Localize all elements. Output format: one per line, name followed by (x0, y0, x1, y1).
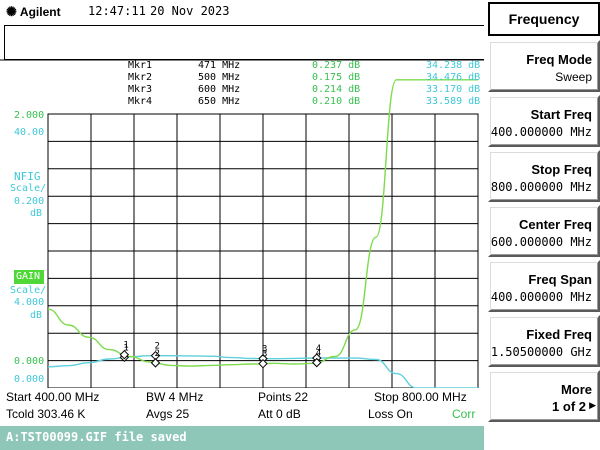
softkey-label: Freq Mode (526, 52, 592, 67)
start-freq-softkey[interactable]: Start Freq 400.000000 MHz (488, 95, 600, 147)
corr-annotation: Corr (452, 407, 476, 421)
softkey-label: More (560, 382, 592, 397)
more-softkey[interactable]: More 1 of 2 ▶ (488, 370, 600, 422)
marker-name: Mkr2 (128, 72, 153, 83)
gain-scale-unit: dB (30, 310, 43, 321)
marker-freq: 500 MHz (198, 72, 241, 83)
gain-ref-bottom: 0.000 (14, 356, 45, 367)
agilent-spark-icon: ✺ (6, 4, 17, 19)
gain-label-box: GAIN (14, 270, 44, 284)
gain-scale-word: Scale/ (10, 285, 47, 296)
gain-label: GAIN (16, 271, 41, 282)
tcold-annotation: Tcold 303.46 K (6, 407, 86, 421)
status-bar: A:TST00099.GIF file saved (0, 426, 484, 450)
marker-freq: 600 MHz (198, 84, 241, 95)
measurement-plot: 1 2 3 412 3 4 (0, 59, 484, 388)
graticule (0, 59, 484, 388)
menu-title-text: Frequency (508, 11, 580, 27)
stop-freq-softkey[interactable]: Stop Freq 800.000000 MHz (488, 150, 600, 202)
marker-nfig: 0.237 dB (312, 60, 361, 71)
nfig-scale-unit: dB (30, 208, 43, 219)
marker-freq: 650 MHz (198, 96, 241, 107)
softkey-value: Sweep (555, 70, 592, 84)
softkey-label: Center Freq (519, 217, 592, 232)
marker-number-label: 4 (316, 349, 321, 359)
marker-gain: 33.589 dB (426, 96, 481, 107)
marker-nfig: 0.175 dB (312, 72, 361, 83)
status-message: A:TST00099.GIF file saved (6, 430, 187, 444)
softkey-label: Start Freq (530, 107, 592, 122)
freq-mode-softkey[interactable]: Freq Mode Sweep (488, 40, 600, 92)
nfig-scale-word: Scale/ (10, 183, 47, 194)
marker-number-label: 2 (155, 349, 160, 359)
softkey-label: Fixed Freq (526, 327, 592, 342)
averages-annotation: Avgs 25 (146, 407, 190, 421)
stop-freq-annotation: Stop 800.00 MHz (374, 390, 467, 404)
points-annotation: Points 22 (258, 390, 309, 404)
marker-number-label: 1 (123, 341, 128, 351)
nfig-ref-top: 2.000 (14, 110, 45, 121)
nfig-label: NFIG (14, 170, 41, 183)
gain-ref-top: 40.00 (14, 127, 45, 138)
freq-span-softkey[interactable]: Freq Span 400.000000 MHz (488, 260, 600, 312)
attenuation-annotation: Att 0 dB (258, 407, 301, 421)
nfig-scale-value: 0.200 (14, 196, 45, 207)
softkey-label: Freq Span (528, 272, 592, 287)
marker-name: Mkr4 (128, 96, 153, 107)
start-freq-annotation: Start 400.00 MHz (6, 390, 100, 404)
softkey-value: 400.000000 MHz (490, 290, 592, 304)
message-area (4, 25, 486, 60)
marker-name: Mkr3 (128, 84, 153, 95)
softkey-value: 600.000000 MHz (490, 235, 592, 249)
marker-nfig: 0.210 dB (312, 96, 361, 107)
brand-logo: ✺ Agilent (6, 4, 61, 20)
bandwidth-annotation: BW 4 MHz (146, 390, 204, 404)
clock-time: 12:47:11 (88, 4, 146, 18)
header-bar: ✺ Agilent 12:47:11 20 Nov 2023 (0, 0, 484, 26)
clock-date: 20 Nov 2023 (150, 4, 230, 18)
marker-gain: 33.170 dB (426, 84, 481, 95)
fixed-freq-softkey[interactable]: Fixed Freq 1.50500000 GHz (488, 315, 600, 367)
marker-freq: 471 MHz (198, 60, 241, 71)
loss-annotation: Loss On (368, 407, 413, 421)
nfig-ref-bottom: 0.000 (14, 374, 45, 385)
softkey-value: 1.50500000 GHz (490, 345, 592, 359)
marker-name: Mkr1 (128, 60, 153, 71)
gain-scale-value: 4.000 (14, 297, 45, 308)
menu-title: Frequency (488, 2, 600, 36)
marker-nfig: 0.214 dB (312, 84, 361, 95)
marker-gain: 34.238 dB (426, 60, 481, 71)
softkey-value: 400.000000 MHz (490, 125, 592, 139)
softkey-value: 1 of 2 (552, 399, 586, 414)
softkey-value: 800.000000 MHz (490, 180, 592, 194)
more-arrow-icon: ▶ (589, 400, 596, 410)
brand-name: Agilent (19, 5, 61, 19)
softkey-panel: Frequency Freq Mode Sweep Start Freq 400… (484, 0, 600, 450)
softkey-label: Stop Freq (531, 162, 592, 177)
marker-number-label: 3 (262, 350, 267, 360)
marker-gain: 34.476 dB (426, 72, 481, 83)
center-freq-softkey[interactable]: Center Freq 600.000000 MHz (488, 205, 600, 257)
